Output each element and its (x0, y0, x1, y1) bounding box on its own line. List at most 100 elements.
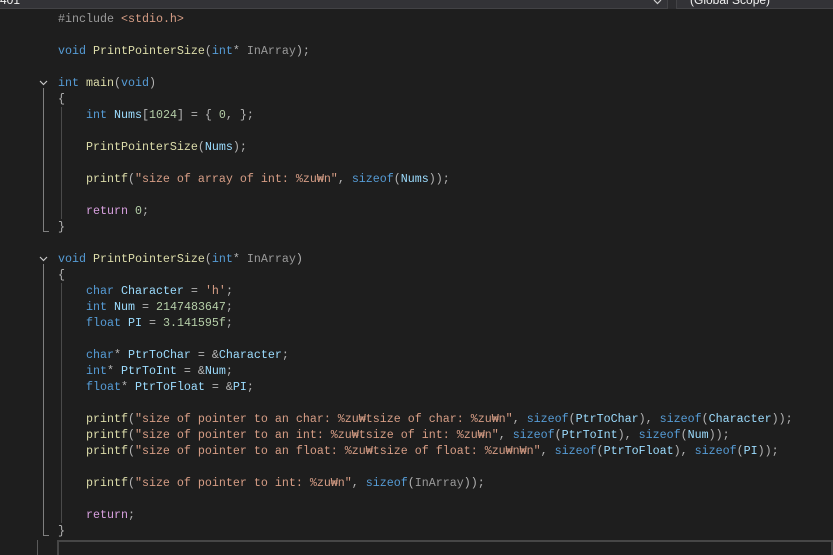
punctuation-token[interactable]: ; (247, 380, 254, 394)
function-name-token[interactable]: printf (58, 412, 128, 426)
variable-token[interactable]: Nums (401, 172, 429, 186)
function-name-token[interactable]: PrintPointerSize (93, 252, 205, 266)
control-keyword-token[interactable]: return (58, 204, 135, 218)
variable-token[interactable]: PtrToChar (576, 412, 639, 426)
punctuation-token[interactable]: )); (464, 476, 485, 490)
keyword-token[interactable]: void (58, 44, 93, 58)
punctuation-token[interactable]: [ (142, 108, 149, 122)
code-line[interactable]: int* PtrToInt = &Num; (58, 363, 793, 379)
punctuation-token[interactable]: ) (149, 76, 156, 90)
function-name-token[interactable]: printf (58, 428, 128, 442)
punctuation-token[interactable]: ; (226, 300, 233, 314)
punctuation-token[interactable]: ( (702, 412, 709, 426)
function-name-token[interactable]: main (86, 76, 114, 90)
punctuation-token[interactable]: ; (282, 348, 289, 362)
variable-token[interactable]: PtrToChar (128, 348, 191, 362)
project-dropdown[interactable]: 401 (0, 0, 668, 9)
punctuation-token[interactable]: ); (296, 44, 310, 58)
code-line[interactable]: return; (58, 507, 793, 523)
punctuation-token[interactable]: * (121, 380, 135, 394)
keyword-token[interactable]: int (58, 76, 86, 90)
keyword-token[interactable]: char (58, 284, 121, 298)
punctuation-token[interactable]: ( (205, 252, 212, 266)
control-keyword-token[interactable]: return (58, 508, 128, 522)
code-text-area[interactable]: #include <stdio.h> void PrintPointerSize(… (58, 11, 793, 555)
punctuation-token[interactable]: } (58, 524, 65, 538)
punctuation-token[interactable]: * (114, 348, 128, 362)
code-line[interactable]: printf("size of array of int: %zu₩n", si… (58, 171, 793, 187)
punctuation-token[interactable]: = (184, 284, 205, 298)
variable-token[interactable]: PtrToFloat (604, 444, 674, 458)
code-line[interactable]: printf("size of pointer to int: %zu₩n", … (58, 475, 793, 491)
punctuation-token[interactable]: , (513, 412, 527, 426)
punctuation-token[interactable]: ( (408, 476, 415, 490)
function-name-token[interactable]: PrintPointerSize (93, 44, 205, 58)
code-line[interactable] (58, 27, 793, 43)
punctuation-token[interactable]: ; (226, 364, 233, 378)
punctuation-token[interactable]: ; (226, 316, 233, 330)
code-line[interactable] (58, 331, 793, 347)
punctuation-token[interactable]: * (107, 364, 121, 378)
code-line[interactable]: PrintPointerSize(Nums); (58, 139, 793, 155)
scope-dropdown[interactable]: (Global Scope) (676, 0, 833, 9)
variable-token[interactable]: PI (128, 316, 142, 330)
keyword-token[interactable]: sizeof (639, 428, 681, 442)
punctuation-token[interactable]: = & (205, 380, 233, 394)
parameter-token[interactable]: InArray (247, 44, 296, 58)
keyword-token[interactable]: float (58, 316, 128, 330)
keyword-token[interactable]: sizeof (513, 428, 555, 442)
code-line[interactable]: float PI = 3.141595f; (58, 315, 793, 331)
code-line[interactable]: void PrintPointerSize(int* InArray); (58, 43, 793, 59)
punctuation-token[interactable]: , }; (226, 108, 254, 122)
keyword-token[interactable]: sizeof (527, 412, 569, 426)
punctuation-token[interactable]: )); (429, 172, 450, 186)
code-line[interactable]: int Num = 2147483647; (58, 299, 793, 315)
keyword-token[interactable]: int (212, 44, 233, 58)
variable-token[interactable]: PtrToInt (562, 428, 618, 442)
number-literal-token[interactable]: 3.141595f (163, 316, 226, 330)
code-line[interactable]: char Character = 'h'; (58, 283, 793, 299)
punctuation-token[interactable]: ( (198, 140, 205, 154)
variable-token[interactable]: PI (744, 444, 758, 458)
punctuation-token[interactable]: { (58, 92, 65, 106)
punctuation-token[interactable]: ), (639, 412, 660, 426)
chevron-down-icon[interactable] (653, 0, 662, 5)
number-literal-token[interactable]: 0 (135, 204, 142, 218)
punctuation-token[interactable]: ; (142, 204, 149, 218)
code-line[interactable]: } (58, 523, 793, 539)
punctuation-token[interactable]: = (142, 316, 163, 330)
keyword-token[interactable]: char (58, 348, 114, 362)
code-line[interactable]: int Nums[1024] = { 0, }; (58, 107, 793, 123)
string-literal-token[interactable]: <stdio.h> (121, 12, 184, 26)
punctuation-token[interactable]: )); (709, 428, 730, 442)
parameter-token[interactable]: InArray (247, 252, 296, 266)
punctuation-token[interactable]: = (135, 300, 156, 314)
variable-token[interactable]: Character (121, 284, 184, 298)
punctuation-token[interactable]: * (233, 252, 247, 266)
string-literal-token[interactable]: "size of array of int: %zu₩n" (135, 172, 338, 186)
keyword-token[interactable]: void (121, 76, 149, 90)
punctuation-token[interactable]: ( (681, 428, 688, 442)
keyword-token[interactable]: sizeof (366, 476, 408, 490)
punctuation-token[interactable]: ; (226, 284, 233, 298)
string-literal-token[interactable]: 'h' (205, 284, 226, 298)
code-editor[interactable]: #include <stdio.h> void PrintPointerSize(… (0, 9, 833, 555)
variable-token[interactable]: Num (688, 428, 709, 442)
keyword-token[interactable]: void (58, 252, 93, 266)
variable-token[interactable]: Num (114, 300, 135, 314)
variable-token[interactable]: Num (205, 364, 226, 378)
code-line[interactable] (58, 187, 793, 203)
code-line[interactable] (58, 235, 793, 251)
keyword-token[interactable]: int (58, 300, 114, 314)
code-line[interactable] (58, 491, 793, 507)
parameter-token[interactable]: InArray (415, 476, 464, 490)
punctuation-token[interactable]: = & (177, 364, 205, 378)
variable-token[interactable]: Nums (114, 108, 142, 122)
keyword-token[interactable]: sizeof (555, 444, 597, 458)
punctuation-token[interactable]: ( (128, 412, 135, 426)
variable-token[interactable]: PI (233, 380, 247, 394)
punctuation-token[interactable]: ( (569, 412, 576, 426)
punctuation-token[interactable]: ); (233, 140, 247, 154)
code-line[interactable] (58, 59, 793, 75)
punctuation-token[interactable]: , (352, 476, 366, 490)
